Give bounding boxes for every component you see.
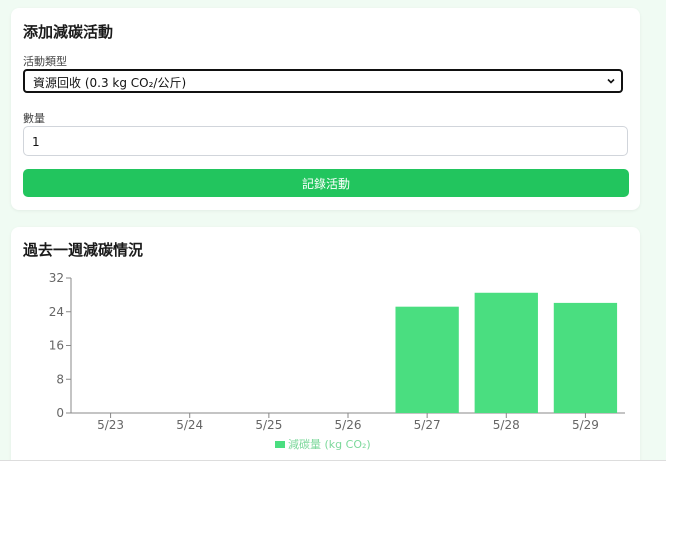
bar-chart: 0 8 16 24 32 5/23 5/24 5/25 5/26 5/27 5/28 5/29 減碳量 … — [49, 271, 625, 451]
bar — [395, 306, 459, 413]
x-tick-label: 5/24 — [176, 418, 203, 432]
y-tick-label: 0 — [56, 406, 64, 420]
activity-type-select[interactable]: 資源回收 (0.3 kg CO₂/公斤) — [23, 69, 623, 93]
weekly-chart-card: 過去一週減碳情況 0 8 16 24 32 5/23 5/24 5/25 5/26 5/27 5/2… — [11, 227, 640, 460]
activity-type-selected-value: 資源回收 (0.3 kg CO₂/公斤) — [33, 76, 187, 90]
x-tick-label: 5/25 — [255, 418, 282, 432]
activity-type-label: 活動類型 — [23, 55, 67, 68]
x-tick-label: 5/23 — [97, 418, 124, 432]
y-tick-label: 16 — [49, 339, 64, 353]
page-background: 添加減碳活動 活動類型 資源回收 (0.3 kg CO₂/公斤) 數量 1 記錄… — [0, 0, 666, 460]
add-activity-card: 添加減碳活動 活動類型 資源回收 (0.3 kg CO₂/公斤) 數量 1 記錄… — [11, 8, 640, 210]
x-tick-label: 5/26 — [335, 418, 362, 432]
page-divider — [0, 460, 666, 461]
y-tick-label: 24 — [49, 305, 64, 319]
chevron-down-icon — [607, 78, 615, 84]
y-tick-label: 32 — [49, 271, 64, 285]
bar — [474, 292, 538, 413]
y-tick-label: 8 — [56, 372, 64, 386]
record-activity-button-label: 記錄活動 — [301, 176, 350, 191]
quantity-input[interactable]: 1 — [23, 126, 628, 156]
x-tick-label: 5/29 — [572, 418, 599, 432]
form-title: 添加減碳活動 — [23, 23, 114, 41]
legend-swatch — [275, 441, 285, 448]
x-tick-label: 5/27 — [414, 418, 441, 432]
x-tick-label: 5/28 — [493, 418, 520, 432]
bar — [553, 302, 618, 413]
quantity-label: 數量 — [23, 112, 45, 125]
quantity-value: 1 — [32, 135, 40, 149]
legend-label: 減碳量 (kg CO₂) — [288, 437, 371, 451]
record-activity-button[interactable]: 記錄活動 — [23, 169, 629, 197]
